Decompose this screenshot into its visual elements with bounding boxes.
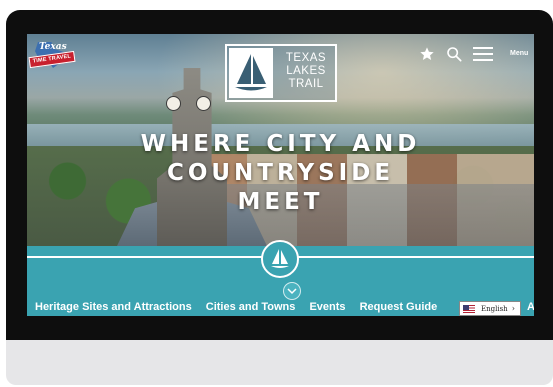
nav-item-events[interactable]: Events bbox=[309, 301, 345, 313]
header-actions: Menu bbox=[413, 44, 534, 66]
clock-face-left bbox=[166, 96, 181, 111]
brand-line-1: TEXAS bbox=[285, 52, 327, 64]
nav-item-request-guide[interactable]: Request Guide bbox=[360, 301, 438, 313]
headline-line-2: MEET bbox=[237, 189, 324, 215]
sailboat-icon bbox=[235, 54, 267, 91]
scroll-down-button[interactable] bbox=[283, 282, 301, 300]
star-icon[interactable] bbox=[419, 46, 435, 62]
sailboat-badge bbox=[261, 240, 299, 278]
website-screen: Texas TIME TRAVEL TEXAS LAKES TRAIL Menu… bbox=[27, 34, 534, 316]
language-selector[interactable]: English › bbox=[459, 301, 521, 316]
nav-item-heritage[interactable]: Heritage Sites and Attractions bbox=[35, 301, 192, 313]
menu-label[interactable]: Menu bbox=[510, 50, 528, 57]
sailboat-logo-mark bbox=[229, 48, 273, 98]
texas-lakes-trail-logo[interactable]: TEXAS LAKES TRAIL bbox=[225, 44, 337, 102]
hamburger-icon[interactable] bbox=[473, 47, 493, 61]
search-icon[interactable] bbox=[446, 46, 462, 62]
chevron-down-icon bbox=[287, 288, 297, 295]
nav-item-cities[interactable]: Cities and Towns bbox=[206, 301, 296, 313]
device-chin bbox=[6, 340, 553, 385]
hero-headline: WHERE CITY AND COUNTRYSIDE MEET bbox=[27, 130, 534, 217]
us-flag-icon bbox=[463, 305, 475, 313]
brand-line-3: TRAIL bbox=[288, 78, 324, 90]
headline-line-1: WHERE CITY AND COUNTRYSIDE bbox=[140, 131, 421, 186]
language-label: English bbox=[481, 305, 508, 313]
main-navigation: Heritage Sites and Attractions Cities an… bbox=[35, 301, 448, 313]
nav-item-overflow[interactable]: A bbox=[527, 301, 534, 313]
clock-face-right bbox=[196, 96, 211, 111]
texas-time-travel-logo[interactable]: Texas TIME TRAVEL bbox=[28, 40, 76, 72]
brand-line-2: LAKES bbox=[286, 65, 326, 77]
logo-script-text: Texas bbox=[39, 42, 67, 52]
chevron-right-icon: › bbox=[511, 304, 515, 313]
sailboat-icon bbox=[271, 249, 289, 268]
brand-text: TEXAS LAKES TRAIL bbox=[277, 52, 335, 91]
